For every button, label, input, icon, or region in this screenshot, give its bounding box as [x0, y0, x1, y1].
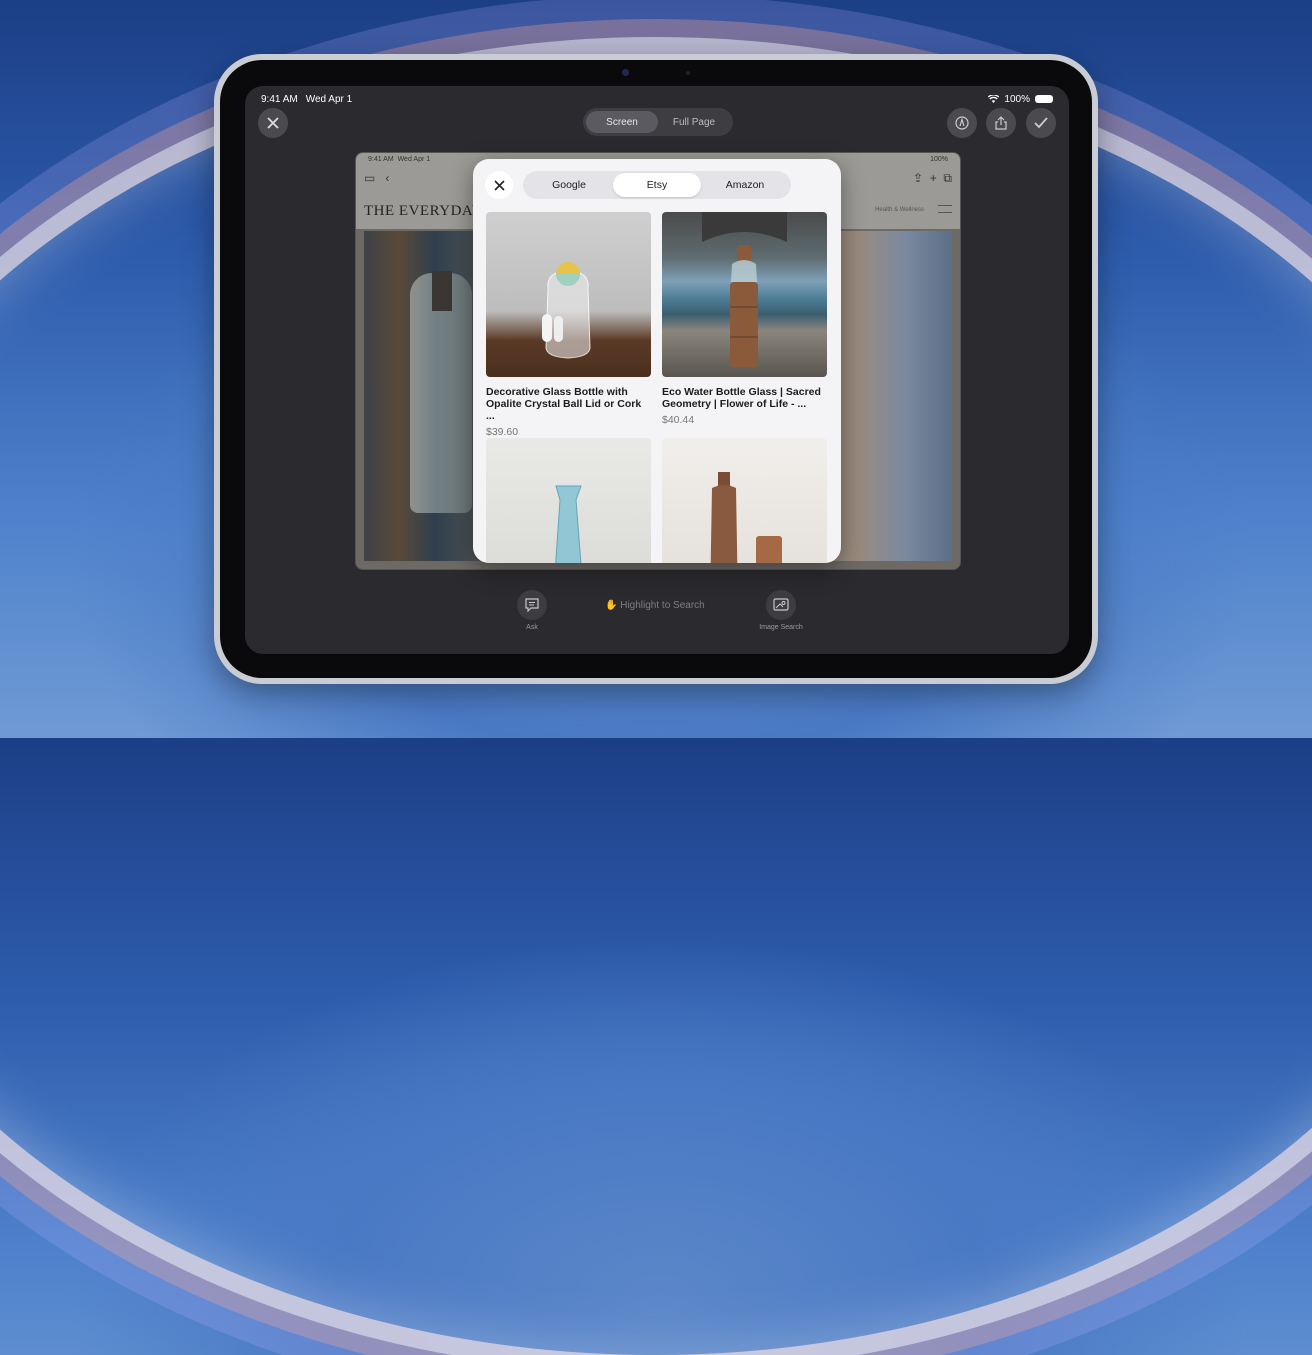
brown-bottle-illustration — [710, 472, 782, 563]
chat-bubble-icon — [525, 598, 539, 612]
wifi-icon — [988, 95, 1000, 103]
status-bar: 9:41 AM Wed Apr 1 100% — [261, 91, 1053, 107]
preview-date: Wed Apr 1 — [397, 156, 431, 163]
result-image — [662, 212, 827, 377]
checkmark-icon — [1034, 117, 1048, 129]
status-time: 9:41 AM — [261, 93, 298, 105]
highlight-to-search[interactable]: ✋ Highlight to Search — [605, 600, 705, 611]
tab-amazon[interactable]: Amazon — [701, 173, 789, 197]
result-price: $39.60 — [486, 426, 519, 438]
tab-etsy[interactable]: Etsy — [613, 173, 701, 197]
site-nav-item: Health & Wellness — [875, 207, 924, 213]
preview-time: 9:41 AM — [368, 156, 394, 163]
battery-percent: 100% — [1004, 93, 1030, 105]
search-provider-tabs: Google Etsy Amazon — [523, 171, 791, 199]
capture-mode-segmented-control: Screen Full Page — [583, 108, 733, 136]
result-image — [486, 438, 651, 563]
glass-jar-illustration — [542, 262, 591, 359]
tab-google[interactable]: Google — [525, 173, 613, 197]
close-icon — [267, 117, 279, 129]
tab-screen[interactable]: Screen — [586, 111, 658, 133]
blue-carafe-illustration — [555, 485, 582, 563]
bottle-cap-photo — [432, 271, 452, 311]
tabs-icon: ⧉ — [943, 171, 952, 185]
share-icon — [995, 116, 1007, 130]
image-search-button[interactable] — [766, 590, 796, 620]
share-icon-small: ⇪ — [913, 171, 924, 185]
markup-button[interactable] — [947, 108, 977, 138]
sidebar-icon: ▭ — [364, 171, 376, 185]
site-masthead: THE EVERYDAY — [364, 203, 484, 219]
result-title: Eco Water Bottle Glass | Sacred Geometry… — [662, 386, 821, 410]
image-search-icon — [773, 598, 789, 611]
result-title: Decorative Glass Bottle with Opalite Cry… — [486, 386, 642, 422]
share-button[interactable] — [986, 108, 1016, 138]
result-card[interactable]: Eco Water Bottle Glass | Sacred Geometry… — [662, 212, 827, 426]
result-image — [486, 212, 651, 377]
ask-label: Ask — [526, 624, 538, 631]
battery-icon — [1035, 95, 1053, 103]
result-image — [662, 438, 827, 563]
ask-button[interactable] — [517, 590, 547, 620]
result-card[interactable]: Decorative Glass Bottle with Opalite Cry… — [486, 212, 651, 438]
ipad-screen: 9:41 AM Wed Apr 1 100% Screen Full Page 9… — [245, 86, 1069, 654]
hamburger-icon — [938, 205, 952, 213]
close-results-button[interactable] — [485, 171, 513, 199]
status-date: Wed Apr 1 — [305, 93, 353, 105]
front-camera — [622, 69, 629, 76]
close-capture-button[interactable] — [258, 108, 288, 138]
close-icon — [493, 179, 505, 191]
done-button[interactable] — [1026, 108, 1056, 138]
image-search-label: Image Search — [759, 624, 803, 631]
tab-full-page[interactable]: Full Page — [658, 111, 730, 133]
plus-icon: + — [929, 171, 937, 185]
sensor — [686, 71, 690, 75]
result-price: $40.44 — [662, 414, 695, 426]
markup-pen-icon — [955, 116, 969, 130]
back-chevron-icon: ‹ — [385, 171, 390, 185]
preview-battery: 100% — [930, 156, 948, 163]
result-card[interactable] — [486, 438, 651, 563]
result-card[interactable] — [662, 438, 827, 563]
water-bottle-illustration — [702, 212, 787, 367]
visual-search-results-panel: Google Etsy Amazon Decorative Glass Bott… — [473, 159, 841, 563]
hand-gesture-icon: ✋ — [605, 600, 618, 611]
highlight-to-search-label: Highlight to Search — [620, 600, 705, 611]
